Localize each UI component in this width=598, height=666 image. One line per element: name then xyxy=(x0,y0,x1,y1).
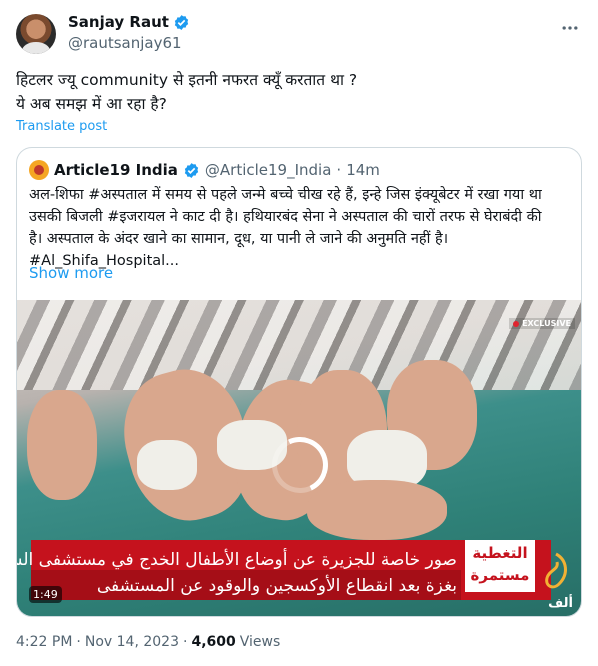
quoted-author-name: Article19 India xyxy=(54,161,178,179)
video-background-foil xyxy=(17,300,581,390)
more-options-icon[interactable] xyxy=(560,18,580,38)
exclusive-badge: EXCLUSIVE xyxy=(509,318,575,329)
exclusive-label: EXCLUSIVE xyxy=(522,319,571,328)
author-name-row: Sanjay Raut xyxy=(68,13,190,31)
author-handle[interactable]: @rautsanjay61 xyxy=(68,34,182,52)
post-time[interactable]: 4:22 PM xyxy=(16,634,72,650)
quoted-verified-badge-icon xyxy=(184,162,199,178)
quoted-timestamp: 14m xyxy=(346,161,380,179)
exclusive-dot-icon xyxy=(513,320,520,327)
quoted-tweet-header: Article19 India @Article19_India · 14m xyxy=(29,160,380,180)
meta-separator-2: · xyxy=(183,634,188,650)
quoted-tweet-card[interactable]: Article19 India @Article19_India · 14m अ… xyxy=(16,147,582,617)
quoted-author-handle: @Article19_India xyxy=(204,161,332,179)
author-avatar[interactable] xyxy=(16,14,56,54)
quoted-text-line-2: उसकी बिजली #इजरायल ने काट दी है। हथियारब… xyxy=(29,209,542,225)
tweet-text-line-2: ये अब समझ में आ रहा है? xyxy=(16,95,167,113)
tweet-header: Sanjay Raut @rautsanjay61 xyxy=(16,12,582,56)
verified-badge-icon xyxy=(174,14,189,30)
news-caption-line-1: صور خاصة للجزيرة عن أوضاع الأطفال الخدج … xyxy=(17,550,457,570)
video-player[interactable]: EXCLUSIVE صور خاصة للجزيرة عن أوضاع الأط… xyxy=(17,300,581,616)
coverage-badge-line-1: التغطية xyxy=(472,544,528,562)
coverage-badge-line-2: مستمرة xyxy=(470,566,530,584)
quoted-separator: · xyxy=(336,161,342,179)
post-date[interactable]: Nov 14, 2023 xyxy=(85,634,179,650)
meta-separator-1: · xyxy=(76,634,81,650)
video-duration: 1:49 xyxy=(29,586,62,603)
video-figure-1-cloth xyxy=(137,440,197,490)
video-figure-6 xyxy=(307,480,447,540)
news-caption-line-2: بغزة بعد انقطاع الأوكسجين والوقود عن الم… xyxy=(96,576,457,596)
tweet-text-line-1: हिटलर ज्यू community से इतनी नफरत क्यूँ … xyxy=(16,71,358,89)
channel-logo-icon xyxy=(545,552,567,589)
quoted-text-line-1: अल-शिफा #अस्पताल में समय से पहले जन्मे ब… xyxy=(29,187,542,203)
views-label: Views xyxy=(239,634,281,650)
author-name[interactable]: Sanjay Raut xyxy=(68,13,169,31)
quoted-tweet-text: अल-शिफा #अस्पताल में समय से पहले जन्मे ब… xyxy=(29,184,574,272)
quoted-author-avatar xyxy=(29,160,49,180)
video-figure-5 xyxy=(27,390,97,500)
channel-name: ألف xyxy=(548,596,573,611)
translate-post-link[interactable]: Translate post xyxy=(16,119,107,134)
tweet-meta: 4:22 PM · Nov 14, 2023 · 4,600 Views xyxy=(16,634,280,650)
quoted-text-line-3: है। अस्पताल के अंदर खाने का सामान, दूध, … xyxy=(29,231,449,247)
views-count[interactable]: 4,600 xyxy=(191,634,235,650)
tweet-text: हिटलर ज्यू community से इतनी नफरत क्यूँ … xyxy=(16,68,576,116)
show-more-link[interactable]: Show more xyxy=(29,264,113,282)
